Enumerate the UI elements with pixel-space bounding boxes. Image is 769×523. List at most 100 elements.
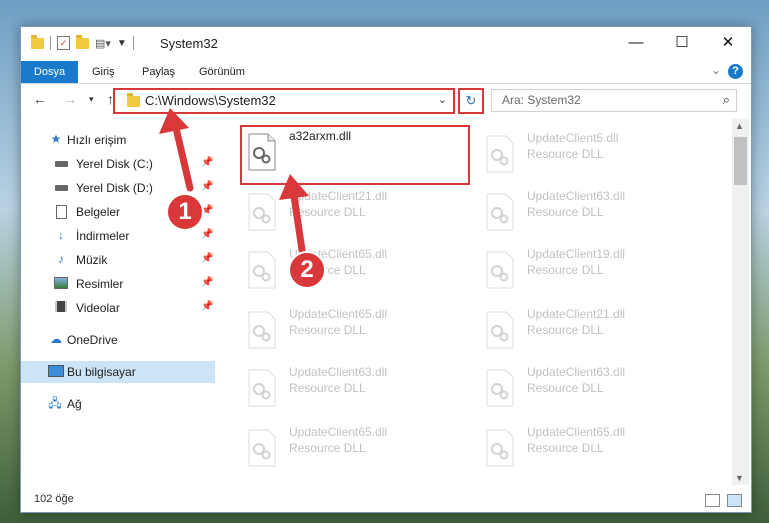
vertical-scrollbar[interactable]: ▲ ▼ xyxy=(732,119,749,485)
expand-ribbon-icon[interactable]: ⌄ xyxy=(711,63,721,77)
back-button[interactable]: ← xyxy=(33,91,47,107)
dll-file-icon xyxy=(248,311,276,349)
folder-icon xyxy=(127,93,140,107)
refresh-button[interactable]: ↻ xyxy=(458,88,484,114)
navigation-bar: ← → ▾ ↑ C:\Windows\System32 ⌄ ↻ Ara: Sys… xyxy=(21,84,751,116)
star-icon: ★ xyxy=(50,132,62,146)
file-type: Resource DLL xyxy=(527,147,604,161)
dll-file-icon xyxy=(248,251,276,289)
sidebar-item-label: Ağ xyxy=(67,397,82,411)
file-name: UpdateClient21.dll xyxy=(289,189,388,203)
window-title: System32 xyxy=(160,36,218,51)
sidebar-item-onedrive[interactable]: ☁ OneDrive xyxy=(21,329,215,351)
videos-icon xyxy=(54,301,68,314)
file-item[interactable]: UpdateClient21.dll Resource DLL xyxy=(479,305,699,357)
file-item[interactable]: UpdateClient19.dll Resource DLL xyxy=(479,245,699,297)
pin-icon[interactable]: 📌 xyxy=(201,181,213,192)
file-type: Resource DLL xyxy=(289,381,366,395)
pin-icon[interactable]: 📌 xyxy=(201,277,213,288)
chevron-down-icon[interactable]: ⌄ xyxy=(438,93,447,106)
maximize-button[interactable]: ☐ xyxy=(659,27,705,59)
sidebar-item-videos[interactable]: Videolar 📌 xyxy=(21,297,215,319)
file-item[interactable]: UpdateClient65.dll Resource DLL xyxy=(241,305,461,357)
tab-view[interactable]: Görünüm xyxy=(199,61,245,83)
file-type: Resource DLL xyxy=(289,323,366,337)
sidebar-item-network[interactable]: 🖧 Ağ xyxy=(21,393,215,415)
new-folder-icon[interactable] xyxy=(76,34,89,49)
file-name: UpdateClient63.dll xyxy=(289,365,388,379)
details-view-icon[interactable] xyxy=(705,494,720,507)
title-bar: ✓ ▤▾ ▼ System32 — ☐ ✕ xyxy=(21,27,751,61)
scroll-down-icon[interactable]: ▼ xyxy=(735,473,744,483)
file-type: Resource DLL xyxy=(289,441,366,455)
tab-share[interactable]: Paylaş xyxy=(142,61,175,83)
dll-file-icon xyxy=(248,193,276,231)
navigation-pane: ★ Hızlı erişim Yerel Disk (C:) 📌 Yerel D… xyxy=(21,121,215,491)
toolbar-separator xyxy=(132,36,134,50)
cloud-icon: ☁ xyxy=(50,332,62,346)
address-bar[interactable]: C:\Windows\System32 ⌄ xyxy=(113,88,455,114)
status-bar: 102 öğe xyxy=(21,489,751,511)
computer-icon xyxy=(48,365,64,378)
downloads-icon: ↓ xyxy=(58,228,64,242)
file-name: UpdateClient5.dll xyxy=(527,131,619,145)
callout-badge-2: 2 xyxy=(288,251,326,289)
pin-icon[interactable]: 📌 xyxy=(201,229,213,240)
file-highlight-box xyxy=(240,125,470,185)
customize-toolbar-icon[interactable]: ▤▾ xyxy=(95,37,111,50)
sidebar-item-this-pc[interactable]: Bu bilgisayar xyxy=(21,361,215,383)
file-item[interactable]: UpdateClient21.dll Resource DLL xyxy=(241,187,461,239)
large-icons-view-icon[interactable] xyxy=(727,494,742,507)
dll-file-icon xyxy=(486,369,514,407)
explorer-window: ✓ ▤▾ ▼ System32 — ☐ ✕ Dosya Giriş Paylaş… xyxy=(20,26,752,513)
scrollbar-thumb[interactable] xyxy=(734,137,747,185)
recent-locations-icon[interactable]: ▾ xyxy=(89,94,94,105)
pin-icon[interactable]: 📌 xyxy=(201,253,213,264)
properties-icon[interactable]: ✓ xyxy=(57,36,70,50)
sidebar-item-disk-c[interactable]: Yerel Disk (C:) 📌 xyxy=(21,153,215,175)
music-icon: ♪ xyxy=(58,252,64,266)
network-icon: 🖧 xyxy=(48,396,62,410)
file-item[interactable]: UpdateClient5.dll Resource DLL xyxy=(479,129,699,181)
chevron-down-icon[interactable]: ▼ xyxy=(117,38,127,49)
sidebar-item-music[interactable]: ♪ Müzik 📌 xyxy=(21,249,215,271)
sidebar-item-label: Hızlı erişim xyxy=(67,133,127,147)
scroll-up-icon[interactable]: ▲ xyxy=(735,121,744,131)
address-path: C:\Windows\System32 xyxy=(145,93,276,108)
quick-access-toolbar: ✓ ▤▾ ▼ xyxy=(31,34,140,50)
dll-file-icon xyxy=(486,429,514,467)
sidebar-item-quick-access[interactable]: ★ Hızlı erişim xyxy=(21,129,215,151)
file-item[interactable]: UpdateClient63.dll Resource DLL xyxy=(479,187,699,239)
dll-file-icon xyxy=(486,311,514,349)
sidebar-item-label: OneDrive xyxy=(67,333,118,347)
toolbar-separator xyxy=(50,36,51,50)
file-item[interactable]: UpdateClient65.dll Resource DLL xyxy=(479,423,699,475)
documents-icon xyxy=(54,205,68,219)
help-icon[interactable]: ? xyxy=(728,64,743,79)
file-name: UpdateClient21.dll xyxy=(527,307,626,321)
file-type: Resource DLL xyxy=(527,263,604,277)
minimize-button[interactable]: — xyxy=(613,27,659,59)
file-name: UpdateClient19.dll xyxy=(527,247,626,261)
file-type: Resource DLL xyxy=(527,205,604,219)
forward-button[interactable]: → xyxy=(63,91,77,107)
file-item[interactable]: UpdateClient65.dll Resource DLL xyxy=(241,245,461,297)
file-name: UpdateClient63.dll xyxy=(527,365,626,379)
file-item[interactable]: UpdateClient63.dll Resource DLL xyxy=(479,363,699,415)
file-type: Resource DLL xyxy=(527,381,604,395)
tab-home[interactable]: Giriş xyxy=(92,61,115,83)
callout-badge-1: 1 xyxy=(166,193,204,231)
file-item[interactable]: UpdateClient65.dll Resource DLL xyxy=(241,423,461,475)
pin-icon[interactable]: 📌 xyxy=(201,157,213,168)
file-name: UpdateClient65.dll xyxy=(289,307,388,321)
file-item[interactable]: UpdateClient63.dll Resource DLL xyxy=(241,363,461,415)
file-name: UpdateClient65.dll xyxy=(289,425,388,439)
sidebar-item-label: Yerel Disk (D:) xyxy=(76,181,153,195)
dll-file-icon xyxy=(248,429,276,467)
search-input[interactable]: Ara: System32 ⌕ xyxy=(491,89,737,112)
tab-file[interactable]: Dosya xyxy=(21,61,78,83)
dll-file-icon xyxy=(486,193,514,231)
pin-icon[interactable]: 📌 xyxy=(201,301,213,312)
close-button[interactable]: ✕ xyxy=(705,27,751,59)
sidebar-item-pictures[interactable]: Resimler 📌 xyxy=(21,273,215,295)
